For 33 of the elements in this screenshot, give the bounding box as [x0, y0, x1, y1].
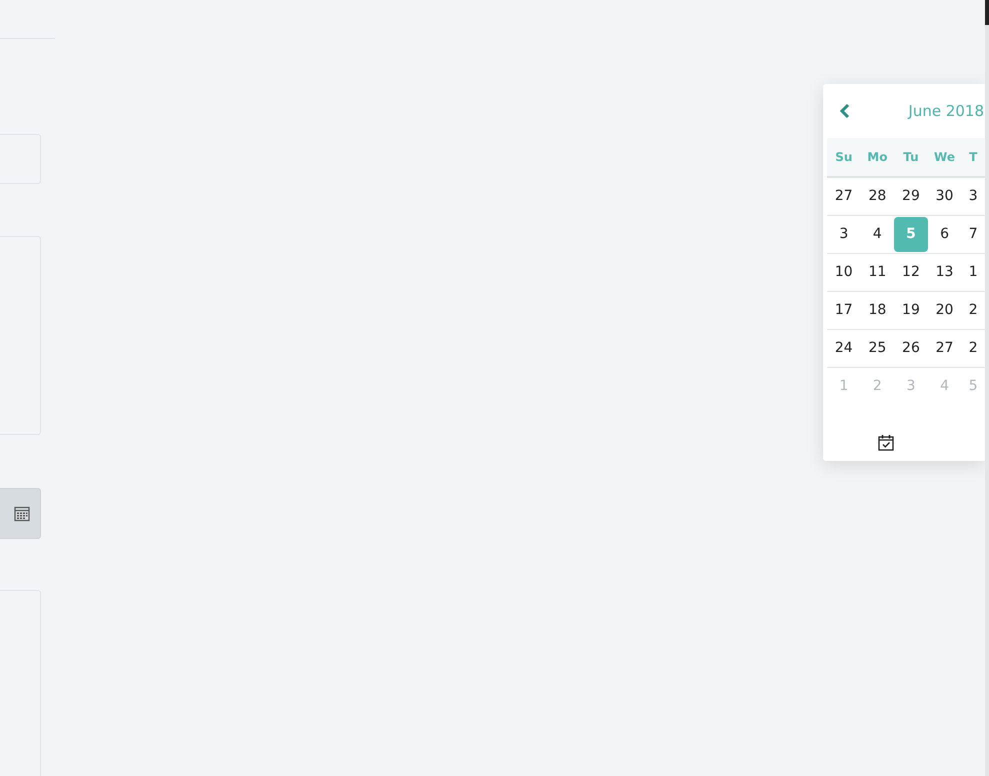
calendar-icon [14, 506, 30, 522]
day-cell[interactable]: 27 [827, 179, 861, 214]
day-cell[interactable]: 3 [961, 179, 985, 214]
day-cell[interactable]: 30 [928, 179, 962, 214]
day-cell[interactable]: 2 [961, 293, 985, 328]
day-cell[interactable]: 27 [928, 331, 962, 366]
day-cell[interactable]: 2 [961, 331, 985, 366]
day-cell[interactable]: 10 [827, 255, 861, 290]
day-cell[interactable]: 1 [961, 255, 985, 290]
chevron-left-icon[interactable] [838, 103, 852, 119]
day-cell[interactable]: 4 [860, 217, 894, 252]
calendar-check-icon[interactable] [878, 434, 894, 451]
day-cell[interactable]: 19 [894, 293, 928, 328]
day-cell[interactable]: 28 [860, 179, 894, 214]
day-cell[interactable]: 25 [860, 331, 894, 366]
day-cell[interactable]: 6 [928, 217, 962, 252]
day-cell[interactable]: 26 [894, 331, 928, 366]
weekday-label: We [933, 150, 956, 164]
weekday-label: T [968, 150, 978, 164]
day-cell[interactable]: 29 [894, 179, 928, 214]
calendar-button[interactable] [0, 488, 41, 539]
weekday-label: Su [834, 150, 854, 164]
day-cell[interactable]: 3 [827, 217, 861, 252]
day-cell[interactable]: 18 [860, 293, 894, 328]
day-cell[interactable]: 17 [827, 293, 861, 328]
day-cell[interactable]: 7 [961, 217, 985, 252]
day-cell[interactable]: 11 [860, 255, 894, 290]
day-cell[interactable]: 12 [894, 255, 928, 290]
day-cell[interactable]: 20 [928, 293, 962, 328]
day-cell[interactable]: 13 [928, 255, 962, 290]
weekday-label: Tu [902, 150, 920, 164]
day-cell[interactable]: 24 [827, 331, 861, 366]
weekday-label: Mo [866, 150, 888, 164]
